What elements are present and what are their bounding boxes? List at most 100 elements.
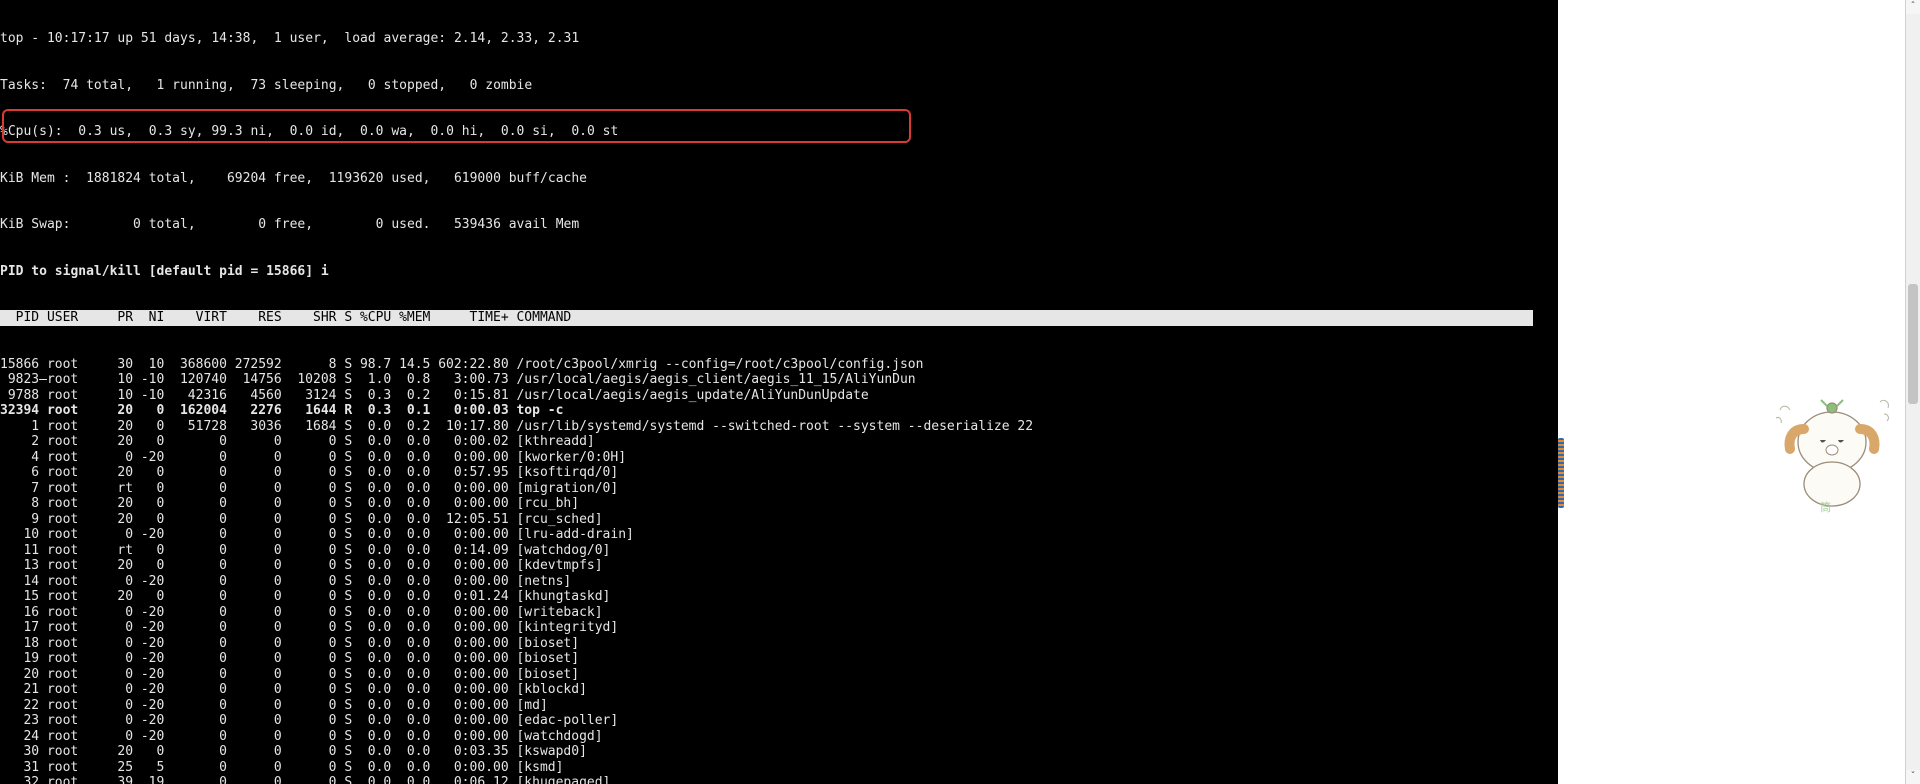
cell-time: 0:00.00: [430, 651, 508, 667]
cell-cpu: 0.0: [352, 496, 391, 512]
cell-cmd: /usr/local/aegis/aegis_update/AliYunDunU…: [509, 388, 869, 404]
cell-mem: 0.0: [391, 744, 430, 760]
col-shr: SHR: [282, 310, 337, 326]
cell-mem: 0.0: [391, 574, 430, 590]
cell-time: 0:00.00: [430, 620, 508, 636]
cell-cmd: top -c: [509, 403, 564, 419]
cell-shr: 0: [282, 512, 337, 528]
cell-pr: 0: [86, 698, 133, 714]
cell-virt: 0: [164, 744, 227, 760]
process-row[interactable]: 15 root200000S0.00.00:01.24[khungtaskd]: [0, 589, 1558, 605]
cell-virt: 0: [164, 698, 227, 714]
process-row[interactable]: 9 root200000S0.00.012:05.51[rcu_sched]: [0, 512, 1558, 528]
cell-user: root: [47, 372, 86, 388]
process-row[interactable]: 20 root0-20000S0.00.00:00.00[bioset]: [0, 667, 1558, 683]
process-row[interactable]: 19 root0-20000S0.00.00:00.00[bioset]: [0, 651, 1558, 667]
process-row[interactable]: 23 root0-20000S0.00.00:00.00[edac-poller…: [0, 713, 1558, 729]
terminal[interactable]: top - 10:17:17 up 51 days, 14:38, 1 user…: [0, 0, 1558, 784]
process-row[interactable]: 31 root255000S0.00.00:00.00[ksmd]: [0, 760, 1558, 776]
cell-cpu: 0.0: [352, 729, 391, 745]
cell-ni: -20: [133, 698, 164, 714]
cell-s: S: [337, 496, 353, 512]
process-row[interactable]: 10 root0-20000S0.00.00:00.00[lru-add-dra…: [0, 527, 1558, 543]
process-row[interactable]: 16 root0-20000S0.00.00:00.00[writeback]: [0, 605, 1558, 621]
process-row[interactable]: 32394 root20016200422761644R0.30.10:00.0…: [0, 403, 1558, 419]
cell-time: 0:00.03: [430, 403, 508, 419]
cell-pid: 4: [0, 450, 39, 466]
cell-user: root: [47, 698, 86, 714]
cell-cmd: /usr/lib/systemd/systemd --switched-root…: [509, 419, 1033, 435]
cell-shr: 0: [282, 744, 337, 760]
cell-cpu: 1.0: [352, 372, 391, 388]
cell-ni: 0: [133, 589, 164, 605]
col-s: S: [337, 310, 353, 326]
cell-time: 602:22.80: [430, 357, 508, 373]
process-row[interactable]: 9823 root10-101207401475610208S1.00.83:0…: [0, 372, 1558, 388]
signal-prompt-input[interactable]: i: [321, 264, 329, 279]
cell-pid: 9823: [0, 372, 39, 388]
cell-pr: 39: [86, 775, 133, 784]
cell-cmd: /root/c3pool/xmrig --config=/root/c3pool…: [509, 357, 924, 373]
cell-s: S: [337, 527, 353, 543]
cell-cpu: 0.3: [352, 388, 391, 404]
cell-virt: 0: [164, 481, 227, 497]
cell-s: S: [337, 667, 353, 683]
cell-s: S: [337, 775, 353, 784]
scroll-track[interactable]: [1906, 14, 1920, 770]
process-row[interactable]: 13 root200000S0.00.00:00.00[kdevtmpfs]: [0, 558, 1558, 574]
cell-cpu: 0.0: [352, 512, 391, 528]
process-row[interactable]: 7 rootrt0000S0.00.00:00.00[migration/0]: [0, 481, 1558, 497]
scroll-thumb[interactable]: [1908, 284, 1918, 404]
cell-pr: 0: [86, 574, 133, 590]
cell-cmd: [watchdogd]: [509, 729, 603, 745]
process-row[interactable]: 9788 root10-104231645603124S0.30.20:15.8…: [0, 388, 1558, 404]
cell-res: 0: [227, 651, 282, 667]
cell-user: root: [47, 620, 86, 636]
cell-pr: 20: [86, 558, 133, 574]
cell-pr: 20: [86, 465, 133, 481]
process-row[interactable]: 2 root200000S0.00.00:00.02[kthreadd]: [0, 434, 1558, 450]
cell-shr: 0: [282, 667, 337, 683]
cell-ni: 19: [133, 775, 164, 784]
cell-virt: 0: [164, 512, 227, 528]
cell-cpu: 0.0: [352, 558, 391, 574]
scroll-down-arrow-icon[interactable]: ˇ: [1906, 770, 1920, 784]
cell-shr: 10208: [282, 372, 337, 388]
process-row[interactable]: 22 root0-20000S0.00.00:00.00[md]: [0, 698, 1558, 714]
cell-time: 0:00.00: [430, 698, 508, 714]
cell-time: 0:00.00: [430, 713, 508, 729]
cell-pid: 13: [0, 558, 39, 574]
process-row[interactable]: 15866 root30103686002725928S98.714.5602:…: [0, 357, 1558, 373]
process-row[interactable]: 1 root2005172830361684S0.00.210:17.80/us…: [0, 419, 1558, 435]
cell-time: 12:05.51: [430, 512, 508, 528]
cell-cpu: 0.0: [352, 481, 391, 497]
process-row[interactable]: 11 rootrt0000S0.00.00:14.09[watchdog/0]: [0, 543, 1558, 559]
process-row[interactable]: 24 root0-20000S0.00.00:00.00[watchdogd]: [0, 729, 1558, 745]
cell-time: 3:00.73: [430, 372, 508, 388]
process-row[interactable]: 30 root200000S0.00.00:03.35[kswapd0]: [0, 744, 1558, 760]
process-row[interactable]: 8 root200000S0.00.00:00.00[rcu_bh]: [0, 496, 1558, 512]
cell-ni: -20: [133, 527, 164, 543]
cell-time: 0:00.00: [430, 574, 508, 590]
process-row[interactable]: 4 root0-20000S0.00.00:00.00[kworker/0:0H…: [0, 450, 1558, 466]
scroll-up-arrow-icon[interactable]: ˆ: [1906, 0, 1920, 14]
process-row[interactable]: 18 root0-20000S0.00.00:00.00[bioset]: [0, 636, 1558, 652]
cell-shr: 0: [282, 527, 337, 543]
cell-res: 0: [227, 481, 282, 497]
process-row[interactable]: 17 root0-20000S0.00.00:00.00[kintegrityd…: [0, 620, 1558, 636]
process-row[interactable]: 14 root0-20000S0.00.00:00.00[netns]: [0, 574, 1558, 590]
cell-cmd: [kworker/0:0H]: [509, 450, 626, 466]
cell-pid: 7: [0, 481, 39, 497]
process-row[interactable]: 32 root3919000S0.00.00:06.12[khugepaged]: [0, 775, 1558, 784]
process-row[interactable]: 6 root200000S0.00.00:57.95[ksoftirqd/0]: [0, 465, 1558, 481]
cell-virt: 0: [164, 605, 227, 621]
cell-res: 0: [227, 636, 282, 652]
cell-s: S: [337, 713, 353, 729]
cell-pr: rt: [86, 481, 133, 497]
vertical-scrollbar[interactable]: ˆ ˇ: [1905, 0, 1920, 784]
cell-res: 0: [227, 465, 282, 481]
top-signal-prompt[interactable]: PID to signal/kill [default pid = 15866]…: [0, 264, 1558, 280]
process-row[interactable]: 21 root0-20000S0.00.00:00.00[kblockd]: [0, 682, 1558, 698]
cell-pr: 0: [86, 729, 133, 745]
cell-pid: 32: [0, 775, 39, 784]
